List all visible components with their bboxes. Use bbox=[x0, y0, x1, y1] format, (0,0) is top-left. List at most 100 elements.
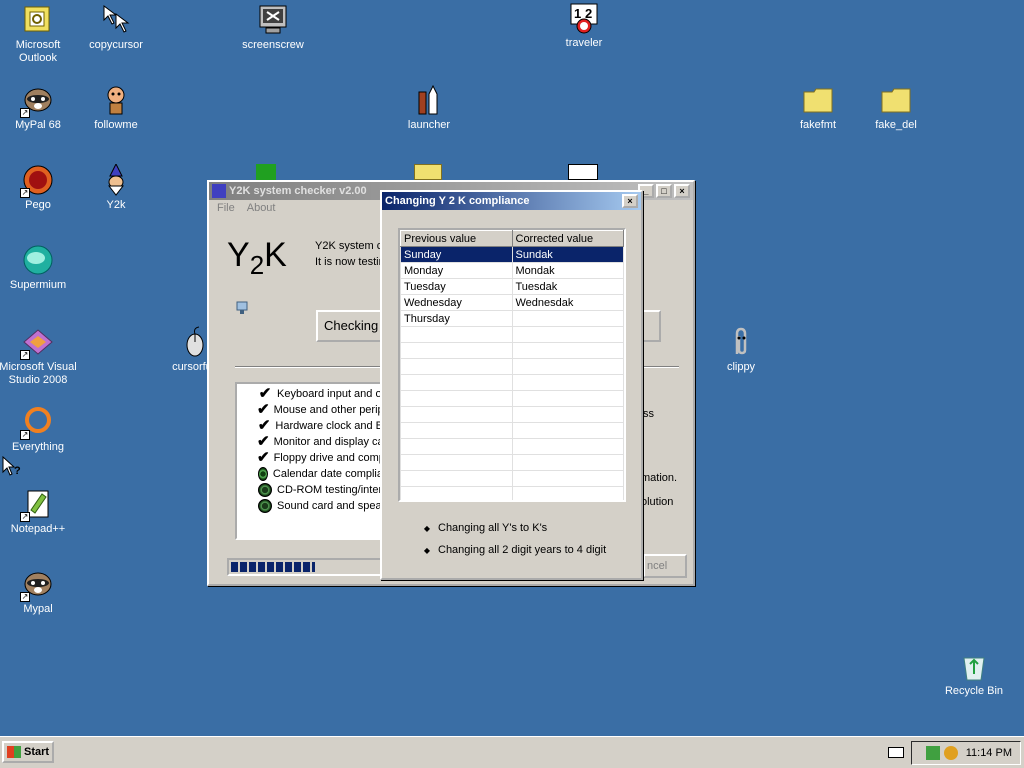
desktop-icon-pego[interactable]: ↗ Pego bbox=[0, 164, 78, 212]
window-icon bbox=[568, 164, 598, 180]
checklist-item: ✔ Mouse and other perip bbox=[257, 401, 384, 418]
search-ring-icon: ↗ bbox=[20, 406, 54, 440]
desktop-icon-supermium[interactable]: Supermium bbox=[0, 244, 78, 292]
desktop-icon-label: Mypal bbox=[23, 603, 53, 615]
desktop-icon-label: traveler bbox=[565, 37, 603, 49]
column-header-corrected[interactable]: Corrected value bbox=[511, 230, 624, 247]
desktop-icon-label: Everything bbox=[12, 441, 64, 453]
shortcut-arrow-icon: ↗ bbox=[20, 350, 30, 360]
intro-line-1: Y2K system c bbox=[315, 240, 383, 252]
bullet-item: ◆ Changing all Y's to K's bbox=[416, 522, 606, 534]
desktop-icon-launcher[interactable]: launcher bbox=[389, 84, 469, 132]
folder-icon bbox=[880, 84, 912, 116]
start-label: Start bbox=[24, 746, 50, 758]
table-row[interactable]: Tuesday Tuesdak bbox=[400, 278, 624, 295]
dialog-titlebar[interactable]: Changing Y 2 K compliance × bbox=[382, 192, 641, 210]
desktop-icon-label: launcher bbox=[407, 119, 451, 131]
desktop-icon-outlook[interactable]: Microsoft Outlook bbox=[0, 4, 78, 65]
shortcut-arrow-icon: ↗ bbox=[20, 108, 30, 118]
checkmark-icon: ✔ bbox=[257, 401, 270, 418]
desktop-icon-visual-studio[interactable]: ↗ Microsoft Visual Studio 2008 bbox=[0, 326, 78, 387]
desktop-icon-fake-del[interactable]: fake_del bbox=[856, 84, 936, 132]
table-row-empty bbox=[400, 326, 624, 343]
column-header-previous[interactable]: Previous value bbox=[400, 230, 513, 247]
cancel-button[interactable]: ncel bbox=[643, 554, 687, 578]
table-row-empty bbox=[400, 470, 624, 487]
network-icon[interactable] bbox=[925, 746, 940, 760]
desktop-icon-label: Recycle Bin bbox=[944, 685, 1004, 697]
desktop-icon-label: Pego bbox=[25, 199, 51, 211]
system-tray: 11:14 PM bbox=[911, 741, 1021, 765]
y2k-logo: Y2K bbox=[227, 236, 287, 280]
menu-about[interactable]: About bbox=[243, 202, 280, 214]
test-checklist: ✔ Keyboard input and o ✔ Mouse and other p… bbox=[235, 382, 385, 540]
desktop-icon-fakefmt[interactable]: fakefmt bbox=[778, 84, 858, 132]
svg-text:2: 2 bbox=[585, 6, 592, 21]
visual-studio-icon: ↗ bbox=[20, 326, 54, 360]
side-text-1: ss bbox=[643, 408, 654, 420]
menu-file[interactable]: File bbox=[213, 202, 239, 214]
volume-icon[interactable] bbox=[943, 746, 958, 760]
diamond-bullet-icon: ◆ bbox=[423, 545, 431, 555]
intro-line-2: It is now testin bbox=[315, 256, 385, 268]
checklist-item: ✔ Monitor and display ca bbox=[257, 433, 384, 450]
table-header: Previous value Corrected value bbox=[400, 230, 624, 247]
folder-icon bbox=[802, 84, 834, 116]
table-row-empty bbox=[400, 358, 624, 375]
desktop-icon-followme[interactable]: followme bbox=[76, 84, 156, 132]
checkmark-icon: ✔ bbox=[257, 449, 270, 466]
taskbar: Start 11:14 PM bbox=[0, 736, 1024, 768]
windows-logo-icon bbox=[7, 746, 21, 758]
mouse-cursor-icon: ? bbox=[2, 455, 24, 481]
table-row-empty bbox=[400, 454, 624, 471]
shortcut-arrow-icon: ↗ bbox=[20, 188, 30, 198]
table-row-empty bbox=[400, 422, 624, 439]
desktop-icon-traveler[interactable]: 12 traveler bbox=[544, 2, 624, 50]
close-button[interactable]: × bbox=[674, 184, 690, 198]
checklist-item: Calendar date complia bbox=[257, 466, 383, 482]
checkmark-icon: ✔ bbox=[257, 417, 271, 434]
desktop-icon-mypal[interactable]: ↗ Mypal bbox=[0, 568, 78, 616]
desktop-icon-y2k[interactable]: Y2k bbox=[76, 162, 156, 212]
cursors-icon bbox=[100, 4, 132, 36]
table-row[interactable]: Thursday bbox=[400, 310, 624, 327]
desktop-icon-label: followme bbox=[94, 119, 138, 131]
side-text-2: mation. bbox=[641, 472, 678, 484]
desktop-icon-label: MyPal 68 bbox=[15, 119, 61, 131]
outlook-icon bbox=[22, 4, 54, 36]
bullet-list: ◆ Changing all Y's to K's ◆ Changing all 2… bbox=[416, 522, 606, 556]
status-light-icon bbox=[258, 483, 272, 497]
desktop-icon-screenscrew[interactable]: screenscrew bbox=[233, 4, 313, 52]
app-icon bbox=[212, 184, 226, 198]
monitor-icon bbox=[257, 4, 289, 36]
table-row[interactable]: Wednesday Wednesdak bbox=[400, 294, 624, 311]
desktop-icon-recycle-bin[interactable]: Recycle Bin bbox=[934, 650, 1014, 698]
desktop-icon-label: Microsoft Outlook bbox=[15, 39, 61, 64]
notepad-icon: ↗ bbox=[20, 488, 54, 522]
desktop-icon-label: clippy bbox=[726, 361, 756, 373]
desktop-icon-notepadpp[interactable]: ↗ Notepad++ bbox=[0, 488, 78, 536]
table-row[interactable]: Monday Mondak bbox=[400, 262, 624, 279]
bullet-item: ◆ Changing all 2 digit years to 4 digit bbox=[416, 544, 606, 556]
svg-text:1: 1 bbox=[574, 6, 581, 21]
table-row-empty bbox=[400, 486, 624, 500]
desktop-icon-everything[interactable]: ↗ Everything bbox=[0, 406, 78, 454]
side-text-3: olution bbox=[641, 496, 674, 508]
desktop-icon-copycursor[interactable]: copycursor bbox=[76, 4, 156, 52]
desktop-icon-label: fake_del bbox=[875, 119, 917, 131]
desktop-icon-mypal68[interactable]: ↗ MyPal 68 bbox=[0, 84, 78, 132]
rocket-icon bbox=[413, 84, 445, 116]
checklist-item: Sound card and spea bbox=[257, 498, 383, 514]
desktop-icon-label: Notepad++ bbox=[10, 523, 66, 535]
dialog-close-button[interactable]: × bbox=[622, 194, 638, 208]
start-button[interactable]: Start bbox=[2, 741, 54, 763]
intro-text: Y2K system c It is now testin bbox=[315, 238, 385, 270]
desktop-icon-label: Supermium bbox=[9, 279, 67, 291]
table-row[interactable]: Sunday Sundak bbox=[400, 246, 624, 263]
clock[interactable]: 11:14 PM bbox=[966, 747, 1012, 759]
maximize-button[interactable]: □ bbox=[656, 184, 672, 198]
desktop-icon-clippy[interactable]: clippy bbox=[701, 326, 781, 374]
shortcut-arrow-icon: ↗ bbox=[20, 512, 30, 522]
table-row-empty bbox=[400, 406, 624, 423]
keyboard-icon[interactable] bbox=[888, 747, 904, 758]
